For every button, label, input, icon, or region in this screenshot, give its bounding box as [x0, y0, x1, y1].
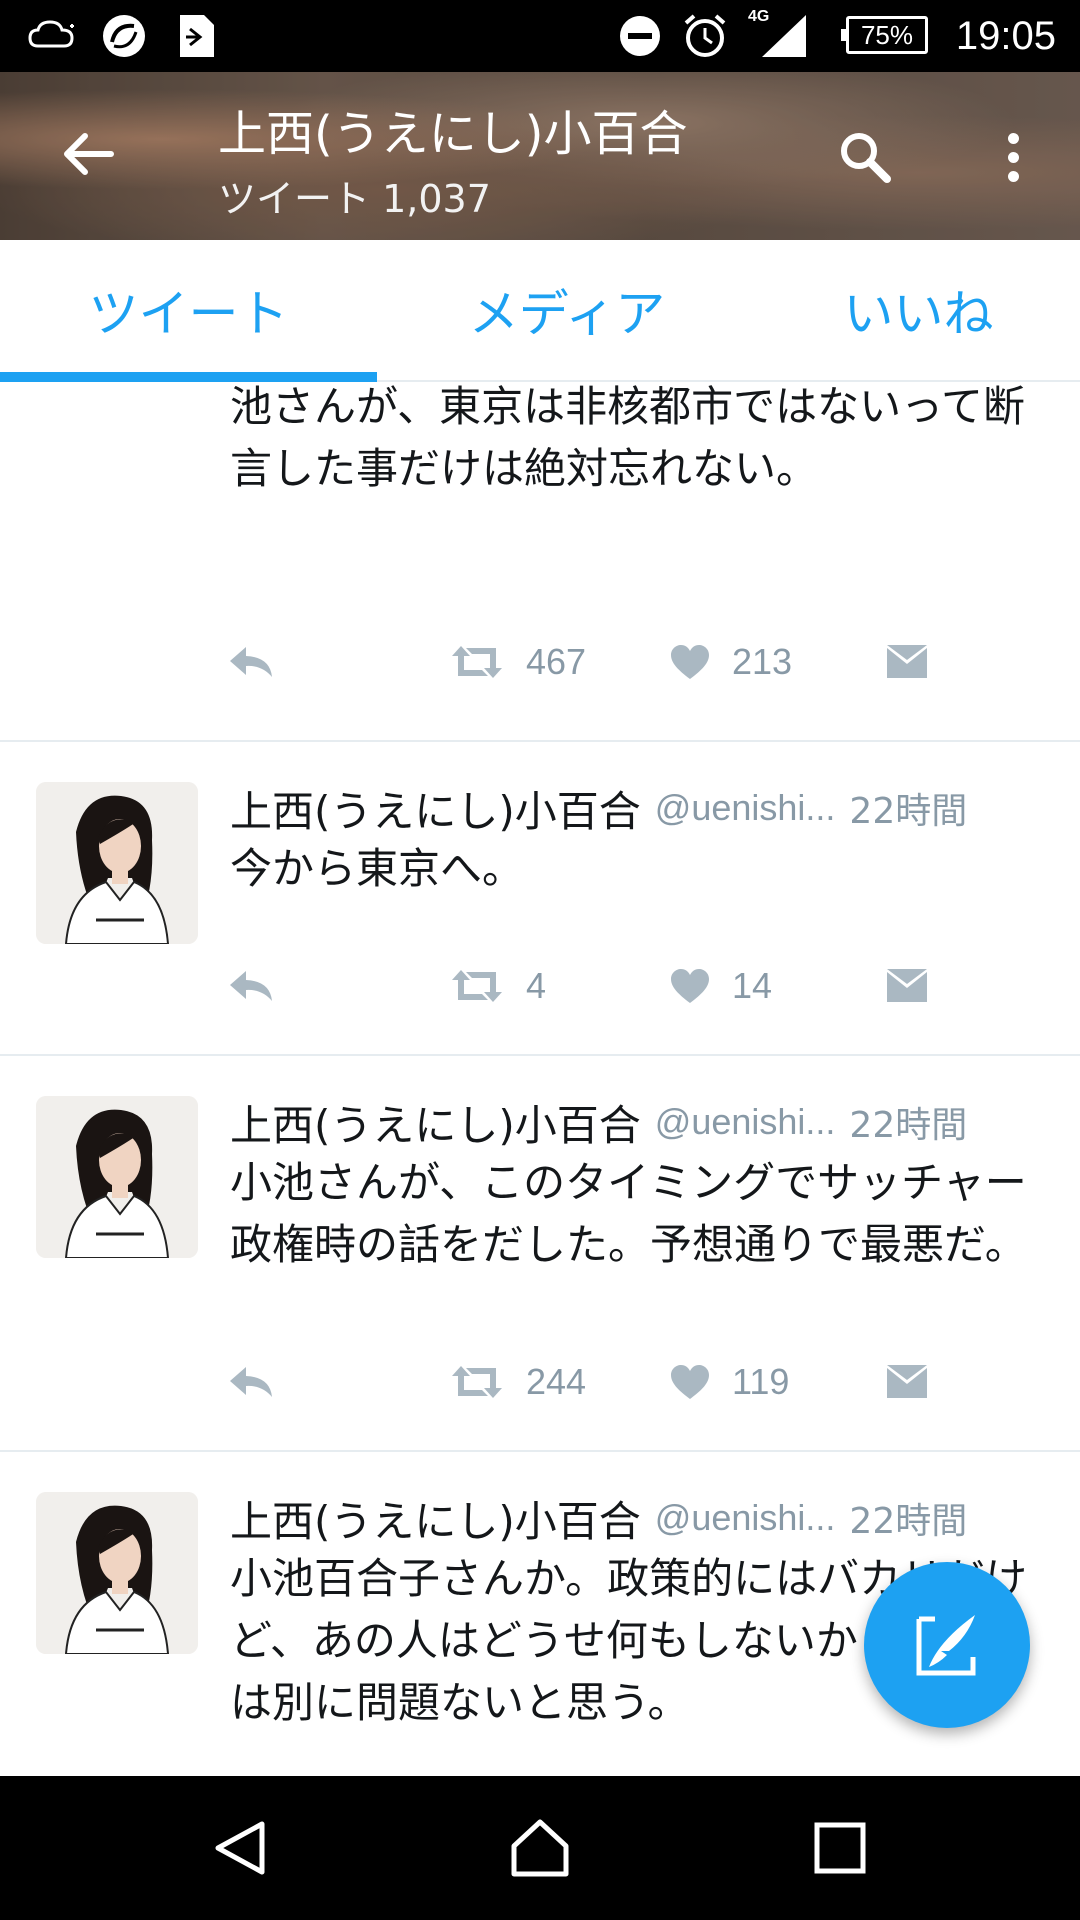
more-vert-icon [1007, 132, 1019, 144]
clock: 19:05 [955, 13, 1056, 58]
retweet-button[interactable]: 4 [450, 956, 546, 1016]
reply-icon [230, 971, 272, 1001]
search-icon [841, 133, 891, 183]
do-not-disturb-icon [618, 0, 662, 72]
tweet-timestamp: 22時間 [849, 1105, 968, 1146]
like-count: 14 [732, 965, 773, 1006]
alarm-icon [682, 0, 728, 72]
like-button[interactable]: 119 [670, 1352, 789, 1412]
reply-icon [230, 647, 272, 677]
nav-back-icon [215, 1821, 265, 1875]
profile-photo [36, 1096, 198, 1258]
compose-tweet-icon [916, 1615, 976, 1676]
tweet-item[interactable]: 上西(うえにし)小百合 @uenishi... 22時間 今から東京へ。 4 1… [0, 742, 1080, 1056]
retweet-button[interactable]: 244 [450, 1352, 586, 1412]
sim-icon [176, 0, 218, 72]
reply-button[interactable] [228, 956, 274, 1016]
tab-tweets[interactable]: ツイート [0, 240, 377, 380]
back-button[interactable] [44, 110, 132, 198]
retweet-count: 4 [526, 965, 547, 1006]
more-options-button[interactable] [988, 122, 1038, 192]
page-title: 上西(うえにし)小百合 [218, 106, 688, 162]
direct-message-button[interactable] [886, 1352, 928, 1412]
tweet-header: 上西(うえにし)小百合 @uenishi... 22時間 [230, 778, 967, 838]
tweet-count: ツイート 1,037 [218, 177, 491, 221]
author-handle: @uenishi... [654, 1101, 836, 1142]
author-name[interactable]: 上西(うえにし)小百合 [230, 1092, 641, 1153]
nav-back-button[interactable] [180, 1776, 300, 1920]
like-count: 213 [732, 641, 793, 682]
active-tab-indicator [0, 372, 377, 382]
reply-button[interactable] [228, 632, 274, 692]
tweet-header: 上西(うえにし)小百合 @uenishi... 22時間 [230, 1488, 967, 1548]
like-button[interactable]: 213 [670, 632, 792, 692]
direct-message-button[interactable] [886, 632, 928, 692]
battery-level: 75% [860, 19, 914, 50]
author-name[interactable]: 上西(うえにし)小百合 [230, 778, 641, 839]
like-button[interactable]: 14 [670, 956, 772, 1016]
author-handle: @uenishi... [654, 1497, 836, 1538]
tweet-text: 政治家は絶対存在してはいけない。ただ小池さんが、東京は非核都市ではないって断言し… [230, 382, 1026, 493]
battery-icon: 75% [841, 16, 928, 54]
envelope-icon [887, 645, 927, 678]
tweet-item[interactable]: 政治家は絶対存在してはいけない。ただ小池さんが、東京は非核都市ではないって断言し… [0, 382, 1080, 742]
nav-home-button[interactable] [480, 1776, 600, 1920]
tweet-actions: 4 14 [0, 956, 1080, 1016]
tweet-timestamp: 22時間 [849, 1501, 968, 1542]
back-arrow-icon [64, 133, 114, 175]
heart-icon [671, 645, 709, 679]
tweet-actions: 467 213 [0, 632, 1080, 692]
retweet-count: 244 [526, 1361, 587, 1402]
nav-home-icon [511, 1819, 569, 1877]
heart-icon [671, 1365, 709, 1399]
tab-likes[interactable]: いいね [757, 240, 1080, 380]
profile-header: 上西(うえにし)小百合 ツイート 1,037 [0, 72, 1080, 240]
signal-icon [758, 0, 808, 72]
avatar[interactable] [36, 1096, 198, 1258]
status-bar: 4G 75% 19:05 [0, 0, 1080, 72]
envelope-icon [887, 1365, 927, 1398]
tweet-header: 上西(うえにし)小百合 @uenishi... 22時間 [230, 1092, 967, 1152]
retweet-count: 467 [526, 641, 587, 682]
profile-photo [36, 782, 198, 944]
retweet-icon [452, 646, 502, 678]
reply-button[interactable] [228, 1352, 274, 1412]
compose-tweet-button[interactable] [864, 1562, 1030, 1728]
avatar[interactable] [36, 1492, 198, 1654]
envelope-icon [887, 969, 927, 1002]
system-nav-bar [0, 1776, 1080, 1920]
nav-recents-icon [814, 1822, 866, 1874]
retweet-button[interactable]: 467 [450, 632, 586, 692]
sync-icon [100, 0, 148, 72]
tweet-item[interactable]: 上西(うえにし)小百合 @uenishi... 22時間 小池さんが、このタイミ… [0, 1056, 1080, 1452]
profile-tabs: ツイート メディア いいね [0, 240, 1080, 382]
retweet-icon [452, 970, 502, 1002]
heart-icon [671, 969, 709, 1003]
cloud-icon [26, 0, 78, 72]
like-count: 119 [732, 1361, 790, 1402]
search-button[interactable] [830, 122, 900, 192]
reply-icon [230, 1367, 272, 1397]
author-name[interactable]: 上西(うえにし)小百合 [230, 1488, 641, 1549]
profile-photo [36, 1492, 198, 1654]
tweet-text: 今から東京へ。 [230, 844, 525, 893]
author-handle: @uenishi... [654, 787, 836, 828]
tweet-actions: 244 119 [0, 1352, 1080, 1412]
tweet-timestamp: 22時間 [849, 791, 968, 832]
tweet-text: 小池さんが、このタイミングでサッチャー政権時の話をだした。予想通りで最悪だ。 [230, 1158, 1027, 1269]
direct-message-button[interactable] [886, 956, 928, 1016]
tab-media[interactable]: メディア [377, 240, 757, 380]
avatar[interactable] [36, 782, 198, 944]
nav-recents-button[interactable] [780, 1776, 900, 1920]
retweet-icon [452, 1366, 502, 1398]
